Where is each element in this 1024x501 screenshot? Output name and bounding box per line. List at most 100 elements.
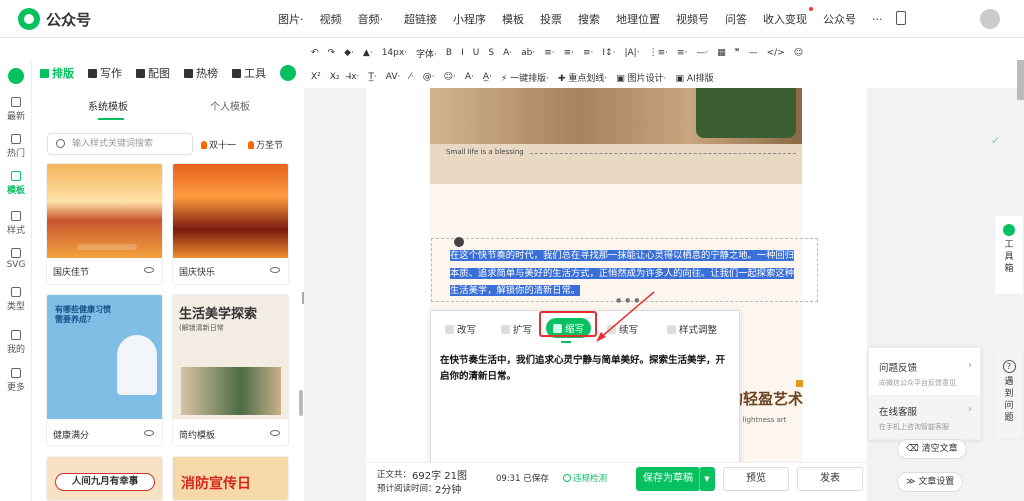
hot-tag-double11[interactable]: 双十一: [201, 138, 236, 151]
nav-official-account[interactable]: 公众号: [815, 11, 864, 27]
rail-item-style[interactable]: 样式: [0, 211, 32, 236]
toolbar2-button[interactable]: ⚡ 一键排版·: [500, 71, 550, 84]
nav-search[interactable]: 搜索: [570, 11, 608, 27]
toolbar2-button[interactable]: A̲·: [482, 72, 493, 82]
toolbar1-button[interactable]: A·: [502, 48, 513, 58]
toolbar2-button[interactable]: ☺·: [443, 72, 457, 82]
panel-tab[interactable]: 工具: [232, 65, 266, 81]
toolbar2-button[interactable]: ⁄·: [408, 72, 414, 82]
nav-channels[interactable]: 视频号: [668, 11, 717, 27]
toolbar1-button[interactable]: ≡·: [676, 48, 688, 58]
toolbar1-button[interactable]: U: [472, 48, 481, 58]
save-dropdown-chevron-icon[interactable]: ▼: [699, 467, 715, 491]
toolbar2-button[interactable]: I̶x·: [348, 72, 361, 82]
toolbar1-button[interactable]: S: [487, 48, 495, 58]
toolbar1-button[interactable]: 字体·: [415, 47, 438, 60]
toolbar1-button[interactable]: ▦: [716, 48, 727, 58]
page-scrollbar[interactable]: [1017, 60, 1024, 100]
rail-item-svg[interactable]: SVG: [0, 248, 32, 270]
template-card[interactable]: 国庆快乐: [172, 163, 289, 285]
nav-template[interactable]: 模板: [494, 11, 532, 27]
toolbar2-button[interactable]: AV·: [385, 72, 402, 82]
avatar[interactable]: [980, 9, 1000, 29]
clear-article-button[interactable]: ⌫ 清空文章: [897, 439, 967, 459]
toolbar2-button[interactable]: @·: [422, 72, 436, 82]
preview-eye-icon[interactable]: [144, 267, 154, 273]
rail-item-more[interactable]: 更多: [0, 368, 32, 393]
toolbar2-button[interactable]: A·: [464, 72, 475, 82]
nav-audio[interactable]: 音频·: [350, 11, 392, 27]
nav-monetize[interactable]: 收入变现: [755, 7, 815, 27]
ai-tab-rewrite[interactable]: 改写: [445, 322, 476, 336]
nav-miniprogram[interactable]: 小程序: [445, 11, 494, 27]
preview-button[interactable]: 预览: [723, 467, 789, 491]
tab-personal-templates[interactable]: 个人模板: [210, 98, 250, 113]
toolbar1-button[interactable]: B: [445, 48, 453, 58]
toolbar1-button[interactable]: ↷: [327, 48, 337, 58]
toolbar1-button[interactable]: I↕·: [601, 48, 616, 58]
save-draft-button[interactable]: 保存为草稿: [636, 467, 700, 491]
template-card[interactable]: 生活美学探索 (解锁清新日常 简约模板: [172, 294, 289, 446]
toolbar1-button[interactable]: ⋮≡·: [648, 48, 669, 58]
toolbar1-button[interactable]: ≡·: [543, 48, 555, 58]
toolbox-button[interactable]: 工具箱: [994, 215, 1024, 295]
toolbar1-button[interactable]: I: [460, 48, 465, 58]
article-settings-button[interactable]: ≫ 文章设置: [897, 472, 964, 492]
toolbar1-button[interactable]: </>: [766, 48, 786, 58]
rail-item-type[interactable]: 类型: [0, 287, 32, 312]
panel-scrollbar[interactable]: [299, 390, 303, 416]
ai-tab-expand[interactable]: 扩写: [501, 322, 532, 336]
nav-qa[interactable]: 问答: [717, 11, 755, 27]
toolbar1-button[interactable]: —·: [695, 48, 709, 58]
toolbar1-button[interactable]: ◆·: [343, 48, 355, 58]
rail-item-hot[interactable]: 热门: [0, 134, 32, 159]
toolbar1-button[interactable]: ▲·: [362, 48, 374, 58]
toolbar2-button[interactable]: X₂: [329, 72, 341, 82]
panel-tab[interactable]: 排版: [40, 65, 74, 81]
template-card[interactable]: 国庆佳节: [46, 163, 163, 285]
ai-tab-style-adjust[interactable]: 样式调整: [667, 322, 717, 336]
toolbar1-button[interactable]: —: [748, 48, 759, 58]
nav-hyperlink[interactable]: 超链接: [396, 11, 445, 27]
panel-tab[interactable]: 热榜: [184, 65, 218, 81]
nav-more[interactable]: ···: [864, 13, 891, 26]
violation-check[interactable]: 违规检测: [563, 472, 607, 484]
panel-toggle[interactable]: [280, 65, 296, 81]
phone-preview-icon[interactable]: [896, 11, 906, 25]
toolbar1-button[interactable]: ↶: [310, 48, 320, 58]
toolbar2-button[interactable]: X²: [310, 72, 322, 82]
toolbar2-button[interactable]: ✚ 重点划线·: [557, 71, 608, 84]
preview-eye-icon[interactable]: [270, 267, 280, 273]
template-card[interactable]: 人间九月有幸事: [46, 456, 163, 501]
app-logo[interactable]: 公众号: [18, 8, 91, 30]
template-search-input[interactable]: 输入样式关键词搜索: [47, 133, 193, 155]
drag-handle-icon[interactable]: [454, 237, 464, 247]
toolbar1-button[interactable]: ☺: [793, 48, 804, 58]
toolbar2-button[interactable]: ▣ AI排版: [674, 71, 714, 84]
toolbar2-button[interactable]: ▣ 图片设计·: [615, 71, 667, 84]
help-button[interactable]: ? 遇到问题: [994, 347, 1024, 440]
panel-tab[interactable]: 写作: [88, 65, 122, 81]
toolbar1-button[interactable]: 14px·: [381, 48, 408, 58]
nav-vote[interactable]: 投票: [532, 11, 570, 27]
rail-item-template[interactable]: 模板: [0, 171, 32, 196]
toolbar1-button[interactable]: ≡·: [582, 48, 594, 58]
nav-location[interactable]: 地理位置: [608, 11, 668, 27]
feedback-item[interactable]: 问题反馈: [879, 360, 917, 374]
tab-system-templates[interactable]: 系统模板: [88, 98, 128, 113]
toolbar1-button[interactable]: ≡·: [563, 48, 575, 58]
panel-tab[interactable]: 配图: [136, 65, 170, 81]
toolbar1-button[interactable]: ❞: [734, 48, 741, 58]
template-card[interactable]: 消防宣传日: [172, 456, 289, 501]
nav-image[interactable]: 图片·: [270, 11, 312, 27]
toolbar1-button[interactable]: ab·: [520, 48, 536, 58]
preview-eye-icon[interactable]: [144, 430, 154, 436]
toolbar1-button[interactable]: |A|·: [623, 48, 640, 58]
publish-button[interactable]: 发表: [797, 467, 863, 491]
toolbar2-button[interactable]: T̲·: [367, 72, 377, 82]
hot-tag-halloween[interactable]: 万圣节: [248, 138, 283, 151]
nav-video[interactable]: 视频: [312, 11, 350, 27]
online-service-item[interactable]: 在线客服: [879, 404, 917, 418]
rail-item-latest[interactable]: 最新: [0, 97, 32, 122]
rail-item-mine[interactable]: 我的: [0, 330, 32, 355]
